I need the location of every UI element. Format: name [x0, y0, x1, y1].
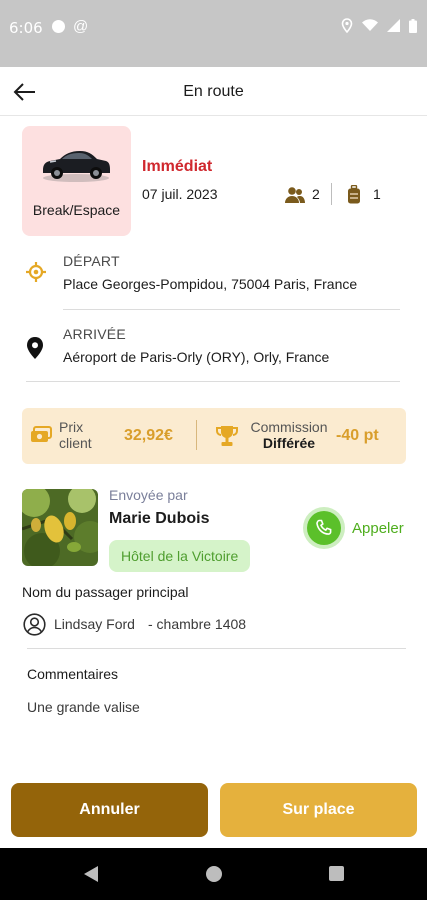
car-icon [43, 151, 110, 182]
commission-title: Commission [250, 419, 328, 435]
call-circle [307, 511, 341, 545]
sent-by-label: Envoyée par [109, 487, 188, 503]
status-time: 6:06 [9, 19, 43, 37]
system-nav-bar [0, 848, 427, 900]
commission-value: -40 pt [336, 427, 379, 444]
client-price-label: Prix client [59, 419, 92, 451]
departure-target-icon [26, 262, 46, 282]
passenger-name: Lindsay Ford [54, 616, 135, 632]
commission-label: Commission Différée [244, 419, 334, 451]
cancel-button[interactable]: Annuler [11, 783, 208, 837]
status-bar: 6:06 @ [0, 0, 427, 67]
arrival-pin-icon [27, 337, 43, 359]
commission-type: Différée [262, 435, 316, 451]
on-site-button[interactable]: Sur place [220, 783, 417, 837]
luggage-count: 1 [373, 186, 381, 202]
passenger-room: - chambre 1408 [148, 616, 247, 632]
departure-title: DÉPART [63, 253, 120, 269]
nav-home-icon[interactable] [206, 866, 222, 882]
departure-address: Place Georges-Pompidou, 75004 Paris, Fra… [63, 276, 358, 292]
comments-title: Commentaires [27, 666, 119, 682]
lemon-tree-image [22, 489, 98, 566]
divider [331, 183, 332, 205]
urgency-label: Immédiat [142, 158, 213, 175]
luggage-icon [348, 185, 360, 204]
arrival-title: ARRIVÉE [63, 326, 126, 342]
sender-photo [22, 489, 98, 566]
arrival-address: Aéroport de Paris-Orly (ORY), Orly, Fran… [63, 349, 330, 365]
phone-icon [316, 519, 332, 535]
signal-icon [387, 19, 400, 32]
divider [63, 309, 400, 310]
vehicle-type: Break/Espace [32, 202, 121, 218]
user-circle-icon [23, 613, 46, 636]
sender-name: Marie Dubois [109, 510, 210, 527]
wifi-icon [362, 19, 378, 31]
money-icon [31, 426, 52, 442]
divider [196, 420, 197, 450]
location-icon [341, 18, 353, 33]
trip-date: 07 juil. 2023 [142, 186, 218, 202]
page-title: En route [183, 83, 244, 100]
price-strip: Prix client 32,92€ Commission Différée -… [22, 408, 406, 464]
divider [27, 648, 406, 649]
passengers-icon [285, 187, 305, 203]
passenger-count: 2 [312, 186, 320, 202]
status-icons [341, 18, 417, 33]
passenger-section-title: Nom du passager principal [22, 584, 189, 600]
trophy-icon [216, 426, 238, 446]
vehicle-card: Break/Espace [22, 126, 131, 236]
client-price-value: 32,92€ [124, 427, 173, 444]
battery-icon [409, 18, 417, 33]
at-sign-icon: @ [73, 18, 89, 35]
nav-back-icon[interactable] [83, 865, 99, 883]
call-button[interactable]: Appeler [305, 510, 415, 548]
hotel-badge: Hôtel de la Victoire [109, 540, 251, 572]
app-bar: En route [0, 67, 427, 116]
call-label: Appeler [352, 520, 404, 537]
notification-dot-icon [52, 20, 65, 33]
nav-recent-apps-icon[interactable] [329, 866, 344, 881]
divider [26, 381, 400, 382]
comments-text: Une grande valise [27, 699, 140, 715]
